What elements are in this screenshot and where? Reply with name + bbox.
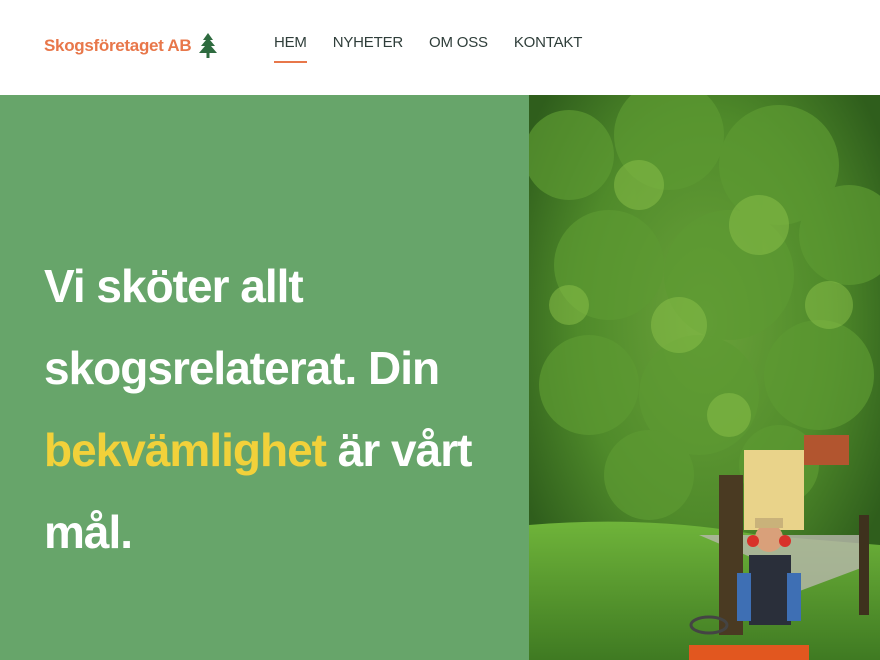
nav-om-oss[interactable]: OM OSS: [429, 34, 488, 63]
hero-photo: [529, 95, 880, 660]
site-header: Skogsföretaget AB HEM NYHETER OM OSS KON…: [0, 0, 880, 95]
brand-name: Skogsföretaget AB: [44, 36, 192, 55]
nav-hem[interactable]: HEM: [274, 34, 307, 63]
nav-nyheter[interactable]: NYHETER: [333, 34, 403, 63]
hero-image: [529, 95, 880, 660]
hero-title: Vi sköter allt skogsrelaterat. Din bekvä…: [44, 245, 514, 573]
hero-title-part1: Vi sköter allt skogsrelaterat. Din: [44, 260, 440, 394]
nav-kontakt[interactable]: KONTAKT: [514, 34, 583, 63]
pine-tree-icon: [199, 33, 218, 58]
hero-text-panel: Vi sköter allt skogsrelaterat. Din bekvä…: [0, 95, 529, 660]
main-nav: HEM NYHETER OM OSS KONTAKT: [274, 34, 582, 63]
site-logo[interactable]: Skogsföretaget AB: [44, 33, 218, 59]
hero-title-highlight: bekvämlighet: [44, 424, 327, 476]
